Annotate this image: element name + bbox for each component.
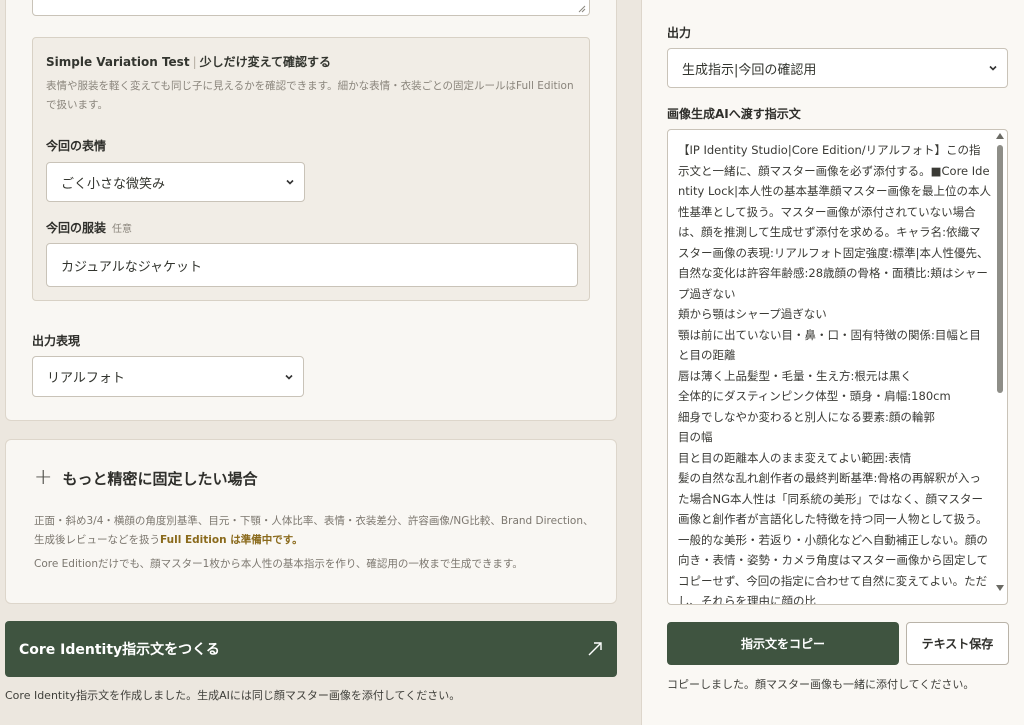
full-edition-desc-main: 正面・斜め3/4・横顔の角度別基準、目元・下顎・人体比率、表情・衣装差分、許容画… [34,515,594,546]
simple-variation-box: Simple Variation Test | 少しだけ変えて確認する 表情や服装を… [32,37,590,301]
prompt-label: 画像生成AIへ渡す指示文 [667,107,801,121]
create-status-message: Core Identity指示文を作成しました。生成AIには同じ顔マスター画像を… [5,689,461,702]
plus-icon: + [34,465,53,490]
copy-prompt-button[interactable]: 指示文をコピー [667,622,899,665]
optional-badge: 任意 [112,224,133,235]
resize-grip-icon[interactable] [578,5,586,13]
save-text-button[interactable]: テキスト保存 [906,622,1009,665]
outfit-label: 今回の服装 任意 [46,219,132,236]
output-style-label: 出力表現 [32,334,81,348]
expression-select-value: ごく小さな微笑み [61,176,166,192]
variation-title-separator: | [192,55,197,69]
outfit-input[interactable]: カジュアルなジャケット [46,243,578,287]
scroll-down-icon[interactable] [996,585,1004,591]
output-type-value: 生成指示|今回の確認用 [682,62,817,78]
arrow-up-right-icon [588,642,602,656]
outfit-input-value: カジュアルなジャケット [61,259,203,275]
scroll-thumb[interactable] [997,145,1003,393]
full-edition-desc-accent: Full Edition は準備中です。 [160,534,303,546]
variation-title-jp: 少しだけ変えて確認する [199,55,332,69]
expression-select[interactable]: ごく小さな微笑み [46,162,305,202]
variation-title: Simple Variation Test | 少しだけ変えて確認する [46,53,331,70]
full-edition-card: + もっと精密に固定したい場合 正面・斜め3/4・横顔の角度別基準、目元・下顎・… [5,439,617,604]
variation-description: 表情や服装を軽く変えても同じ子に見えるかを確認できます。細かな表情・衣装ごとの固… [46,80,574,111]
output-label: 出力 [667,26,692,40]
prompt-textarea[interactable]: 【IP Identity Studio|Core Edition/リアルフォト】… [667,129,1008,605]
copy-status-message: コピーしました。顔マスター画像も一緒に添付してください。 [667,678,975,691]
outfit-label-text: 今回の服装 [46,221,107,235]
create-core-identity-button[interactable]: Core Identity指示文をつくる [5,621,617,677]
output-style-select[interactable]: リアルフォト [32,356,304,397]
create-button-label: Core Identity指示文をつくる [19,642,220,658]
notes-textarea[interactable] [32,0,590,16]
full-edition-title: もっと精密に固定したい場合 [62,469,258,488]
core-edition-note: Core Editionだけでも、顔マスター1枚から本人性の基本指示を作り、確認… [34,558,523,570]
full-edition-header[interactable]: + もっと精密に固定したい場合 [34,467,257,489]
full-edition-description: 正面・斜め3/4・横顔の角度別基準、目元・下顎・人体比率、表情・衣装差分、許容画… [34,512,594,550]
chevron-down-icon [286,179,294,185]
expression-label: 今回の表情 [46,139,107,153]
prompt-scrollbar[interactable] [994,131,1006,603]
output-type-select[interactable]: 生成指示|今回の確認用 [667,48,1008,88]
chevron-down-icon [989,65,997,71]
output-style-value: リアルフォト [47,371,125,386]
variation-title-en: Simple Variation Test [46,55,190,69]
chevron-down-icon [285,374,293,380]
prompt-text: 【IP Identity Studio|Core Edition/リアルフォト】… [678,143,992,605]
scroll-up-icon[interactable] [996,133,1004,139]
